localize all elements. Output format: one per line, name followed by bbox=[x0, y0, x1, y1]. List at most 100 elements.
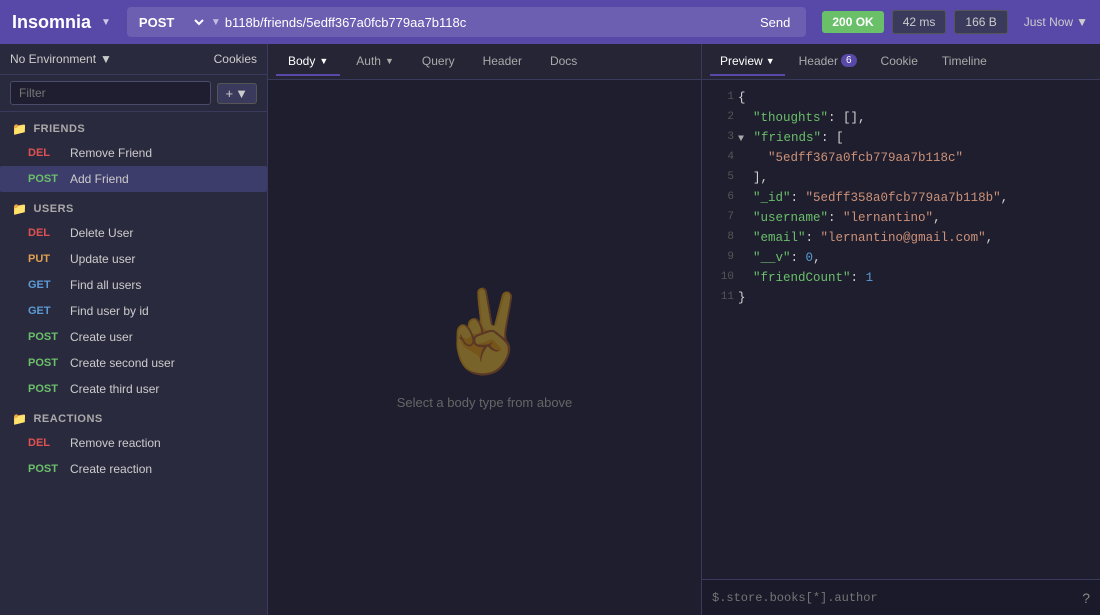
json-line: 8 "email": "lernantino@gmail.com", bbox=[702, 228, 1100, 248]
method-badge: GET bbox=[28, 279, 62, 291]
tab-label: Header bbox=[483, 54, 522, 68]
json-content: "friendCount": 1 bbox=[738, 268, 873, 288]
json-line: 6 "_id": "5edff358a0fcb779aa7b118b", bbox=[702, 188, 1100, 208]
sidebar-item[interactable]: POST Create second user bbox=[0, 350, 267, 376]
center-tabs: Body ▼ Auth ▼ Query Header Docs bbox=[268, 44, 701, 80]
json-content: "username": "lernantino", bbox=[738, 208, 941, 228]
group-label: FRIENDS bbox=[33, 123, 85, 135]
sidebar-item[interactable]: POSTAdd Friend bbox=[0, 166, 267, 192]
line-number: 6 bbox=[714, 188, 734, 208]
jq-input[interactable] bbox=[712, 591, 1074, 605]
header-count-badge: 6 bbox=[841, 54, 857, 67]
json-line: 1{ bbox=[702, 88, 1100, 108]
right-tab-cookie[interactable]: Cookie bbox=[871, 48, 928, 76]
group-label: USERS bbox=[33, 203, 73, 215]
center-tab-query[interactable]: Query bbox=[410, 48, 467, 76]
tab-label: Docs bbox=[550, 54, 577, 68]
folder-icon: 📁 bbox=[12, 122, 27, 136]
sidebar-item[interactable]: POSTCreate reaction bbox=[0, 456, 267, 482]
request-label: Delete User bbox=[70, 226, 133, 240]
method-badge: DEL bbox=[28, 437, 62, 449]
json-content: ], bbox=[738, 168, 768, 188]
tab-arrow: ▼ bbox=[385, 56, 394, 66]
right-tabs: Preview▼Header6CookieTimeline bbox=[702, 44, 1100, 80]
send-button[interactable]: Send bbox=[752, 13, 798, 32]
method-badge: POST bbox=[28, 383, 62, 395]
cookies-button[interactable]: Cookies bbox=[214, 52, 257, 66]
sidebar-item[interactable]: DELRemove Friend bbox=[0, 140, 267, 166]
status-badge: 200 OK bbox=[822, 11, 883, 33]
request-label: Create third user bbox=[70, 382, 159, 396]
json-line: 5 ], bbox=[702, 168, 1100, 188]
center-tab-docs[interactable]: Docs bbox=[538, 48, 589, 76]
help-icon[interactable]: ? bbox=[1082, 590, 1090, 606]
request-label: Remove Friend bbox=[70, 146, 152, 160]
hand-icon: ✌ bbox=[435, 285, 535, 379]
sidebar-item[interactable]: POST Create third user bbox=[0, 376, 267, 402]
group-header-friends[interactable]: 📁 FRIENDS bbox=[0, 112, 267, 140]
json-content: } bbox=[738, 288, 746, 308]
center-tab-auth[interactable]: Auth ▼ bbox=[344, 48, 406, 76]
json-content: ▼ "friends": [ bbox=[738, 128, 844, 148]
tab-label: Auth bbox=[356, 54, 381, 68]
line-number: 9 bbox=[714, 248, 734, 268]
method-arrow-icon[interactable]: ▼ bbox=[211, 17, 221, 28]
request-label: Find all users bbox=[70, 278, 141, 292]
add-request-button[interactable]: + ▼ bbox=[217, 83, 257, 104]
sidebar-item[interactable]: DELRemove reaction bbox=[0, 430, 267, 456]
tab-label: Cookie bbox=[881, 54, 918, 68]
line-number: 4 bbox=[714, 148, 734, 168]
env-selector[interactable]: No Environment ▼ bbox=[10, 52, 112, 66]
json-content: "5edff367a0fcb779aa7b118c" bbox=[738, 148, 963, 168]
request-label: Create second user bbox=[70, 356, 175, 370]
sidebar-item[interactable]: GETFind user by id bbox=[0, 298, 267, 324]
filter-input[interactable] bbox=[10, 81, 211, 105]
url-input[interactable] bbox=[225, 15, 748, 30]
right-tab-header[interactable]: Header6 bbox=[789, 48, 867, 76]
topbar: Insomnia ▼ POSTGETPUTDELETE ▼ Send 200 O… bbox=[0, 0, 1100, 44]
json-view: 1{2 "thoughts": [],3▼ "friends": [4 "5ed… bbox=[702, 80, 1100, 579]
tab-arrow: ▼ bbox=[319, 56, 328, 66]
timestamp[interactable]: Just Now ▼ bbox=[1024, 15, 1088, 29]
body-placeholder: Select a body type from above bbox=[397, 395, 573, 410]
main-layout: No Environment ▼ Cookies + ▼ 📁 FRIENDS DEL… bbox=[0, 44, 1100, 615]
right-tab-timeline[interactable]: Timeline bbox=[932, 48, 997, 76]
json-line: 11} bbox=[702, 288, 1100, 308]
method-select[interactable]: POSTGETPUTDELETE bbox=[135, 14, 207, 31]
request-label: Create user bbox=[70, 330, 133, 344]
line-number: 1 bbox=[714, 88, 734, 108]
method-badge: GET bbox=[28, 305, 62, 317]
sidebar-item[interactable]: GET Find all users bbox=[0, 272, 267, 298]
right-tab-preview[interactable]: Preview▼ bbox=[710, 48, 785, 76]
request-label: Create reaction bbox=[70, 462, 152, 476]
sidebar-item[interactable]: DEL Delete User bbox=[0, 220, 267, 246]
center-tab-body[interactable]: Body ▼ bbox=[276, 48, 340, 76]
plus-icon: + bbox=[226, 86, 234, 101]
tab-label: Body bbox=[288, 54, 315, 68]
tab-arrow: ▼ bbox=[766, 56, 775, 66]
group-header-reactions[interactable]: 📁REACTIONS bbox=[0, 402, 267, 430]
json-line: 9 "__v": 0, bbox=[702, 248, 1100, 268]
json-content: "email": "lernantino@gmail.com", bbox=[738, 228, 993, 248]
line-number: 10 bbox=[714, 268, 734, 288]
group-header-users[interactable]: 📁USERS bbox=[0, 192, 267, 220]
tab-label: Preview bbox=[720, 54, 763, 68]
center-tab-header[interactable]: Header bbox=[471, 48, 534, 76]
json-line: 4 "5edff367a0fcb779aa7b118c" bbox=[702, 148, 1100, 168]
center-panel: Body ▼ Auth ▼ Query Header Docs ✌ Select a bod… bbox=[268, 44, 702, 615]
env-label: No Environment bbox=[10, 52, 96, 66]
size-badge: 166 B bbox=[954, 10, 1007, 34]
app-menu-chevron[interactable]: ▼ bbox=[101, 17, 111, 28]
method-badge: POST bbox=[28, 357, 62, 369]
line-number: 8 bbox=[714, 228, 734, 248]
line-number: 3 bbox=[714, 128, 734, 148]
sidebar-item[interactable]: POSTCreate user bbox=[0, 324, 267, 350]
sidebar: No Environment ▼ Cookies + ▼ 📁 FRIENDS DEL… bbox=[0, 44, 268, 615]
line-number: 7 bbox=[714, 208, 734, 228]
request-label: Add Friend bbox=[70, 172, 129, 186]
timestamp-label: Just Now bbox=[1024, 15, 1073, 29]
json-content: "_id": "5edff358a0fcb779aa7b118b", bbox=[738, 188, 1008, 208]
json-line: 3▼ "friends": [ bbox=[702, 128, 1100, 148]
sidebar-item[interactable]: PUTUpdate user bbox=[0, 246, 267, 272]
method-badge: DEL bbox=[28, 227, 62, 239]
